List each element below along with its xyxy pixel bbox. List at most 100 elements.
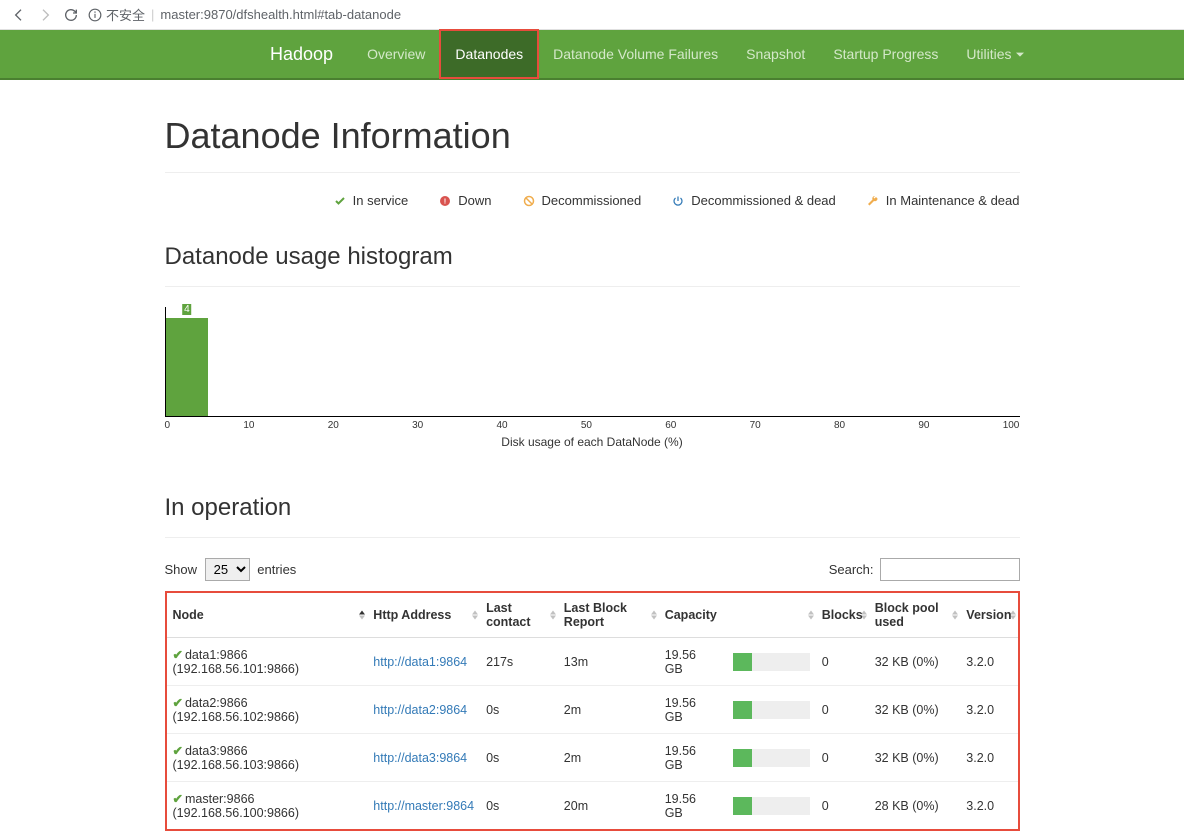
cell-pool: 32 KB (0%) (869, 686, 961, 734)
page-title: Datanode Information (165, 115, 1020, 157)
tick-label: 50 (581, 420, 592, 431)
http-link[interactable]: http://master:9864 (373, 799, 474, 813)
cell-version: 3.2.0 (960, 782, 1017, 830)
cell-node: ✔data1:9866 (192.168.56.101:9866) (167, 638, 368, 686)
cell-node: ✔master:9866 (192.168.56.100:9866) (167, 782, 368, 830)
tick-label: 30 (412, 420, 423, 431)
legend-item-in-service: In service (333, 193, 409, 208)
cell-last-block: 2m (558, 734, 659, 782)
back-button[interactable] (10, 6, 28, 24)
sort-icon (550, 611, 556, 620)
node-name: master:9866 (192.168.56.100:9866) (173, 792, 300, 820)
sort-icon (472, 611, 478, 620)
col-blocks[interactable]: Blocks (816, 593, 869, 638)
power-icon (671, 194, 685, 208)
divider (165, 537, 1020, 538)
cell-last-contact: 0s (480, 686, 558, 734)
url-divider: | (151, 7, 154, 22)
cell-pool: 28 KB (0%) (869, 782, 961, 830)
http-link[interactable]: http://data1:9864 (373, 655, 467, 669)
forward-button[interactable] (36, 6, 54, 24)
divider (165, 286, 1020, 287)
nav-item-datanodes[interactable]: Datanodes (439, 29, 539, 79)
http-link[interactable]: http://data3:9864 (373, 751, 467, 765)
brand[interactable]: Hadoop (270, 44, 333, 65)
nav-item-utilities[interactable]: Utilities (952, 29, 1037, 79)
cell-pool: 32 KB (0%) (869, 638, 961, 686)
cell-capacity: 19.56 GB (659, 686, 816, 734)
col-last-contact[interactable]: Last contact (480, 593, 558, 638)
show-entries: Show 25 entries (165, 558, 297, 581)
cell-last-contact: 217s (480, 638, 558, 686)
cell-capacity: 19.56 GB (659, 734, 816, 782)
node-name: data3:9866 (192.168.56.103:9866) (173, 744, 300, 772)
exclaim-icon: ! (438, 194, 452, 208)
nav-item-snapshot[interactable]: Snapshot (732, 29, 819, 79)
datanode-table: NodeHttp AddressLast contactLast Block R… (167, 593, 1018, 829)
nav-item-overview[interactable]: Overview (353, 29, 439, 79)
legend-label: Down (458, 193, 491, 208)
cell-http: http://data3:9864 (367, 734, 480, 782)
table-row: ✔data2:9866 (192.168.56.102:9866) http://… (167, 686, 1018, 734)
col-http-address[interactable]: Http Address (367, 593, 480, 638)
capacity-bar (733, 749, 809, 767)
legend-label: In Maintenance & dead (886, 193, 1020, 208)
nav-item-startup-progress[interactable]: Startup Progress (819, 29, 952, 79)
nav-item-datanode-volume-failures[interactable]: Datanode Volume Failures (539, 29, 732, 79)
col-block-pool-used[interactable]: Block pool used (869, 593, 961, 638)
tick-label: 40 (496, 420, 507, 431)
tick-label: 10 (243, 420, 254, 431)
table-row: ✔data1:9866 (192.168.56.101:9866) http://… (167, 638, 1018, 686)
tick-label: 20 (328, 420, 339, 431)
sort-icon (861, 611, 867, 620)
capacity-text: 19.56 GB (665, 696, 716, 724)
info-icon (88, 8, 102, 22)
cell-last-block: 13m (558, 638, 659, 686)
histogram: 4 0102030405060708090100 Disk usage of e… (165, 307, 1020, 449)
legend-label: Decommissioned (542, 193, 642, 208)
tick-label: 90 (918, 420, 929, 431)
cell-capacity: 19.56 GB (659, 782, 816, 830)
cell-http: http://data2:9864 (367, 686, 480, 734)
show-label: Show (165, 562, 198, 577)
col-version[interactable]: Version (960, 593, 1017, 638)
check-icon: ✔ (173, 696, 183, 710)
wrench-icon (866, 194, 880, 208)
arrow-left-icon (11, 7, 27, 23)
sort-icon (952, 611, 958, 620)
capacity-bar (733, 653, 809, 671)
url-text: master:9870/dfshealth.html#tab-datanode (160, 7, 401, 22)
chevron-down-icon (1016, 46, 1024, 62)
http-link[interactable]: http://data2:9864 (373, 703, 467, 717)
col-capacity[interactable]: Capacity (659, 593, 816, 638)
cell-node: ✔data2:9866 (192.168.56.102:9866) (167, 686, 368, 734)
cell-version: 3.2.0 (960, 638, 1017, 686)
capacity-fill (733, 749, 752, 767)
insecure-text: 不安全 (106, 5, 145, 24)
address-bar[interactable]: 不安全 | master:9870/dfshealth.html#tab-dat… (88, 5, 1174, 24)
check-icon: ✔ (173, 792, 183, 806)
col-node[interactable]: Node (167, 593, 368, 638)
cell-http: http://data1:9864 (367, 638, 480, 686)
tick-label: 70 (750, 420, 761, 431)
page-size-select[interactable]: 25 (205, 558, 250, 581)
legend-item-in-maintenance-dead: In Maintenance & dead (866, 193, 1020, 208)
sort-icon (651, 611, 657, 620)
tick-label: 100 (1003, 420, 1020, 431)
table-controls: Show 25 entries Search: (165, 558, 1020, 581)
legend-item-decommissioned-dead: Decommissioned & dead (671, 193, 836, 208)
cell-blocks: 0 (816, 734, 869, 782)
col-last-block-report[interactable]: Last Block Report (558, 593, 659, 638)
in-operation-title: In operation (165, 494, 1020, 522)
capacity-text: 19.56 GB (665, 792, 716, 820)
cell-blocks: 0 (816, 782, 869, 830)
reload-button[interactable] (62, 6, 80, 24)
histogram-title: Datanode usage histogram (165, 243, 1020, 271)
capacity-text: 19.56 GB (665, 648, 716, 676)
capacity-text: 19.56 GB (665, 744, 716, 772)
svg-text:!: ! (444, 196, 447, 205)
table-row: ✔master:9866 (192.168.56.100:9866) http:/… (167, 782, 1018, 830)
node-name: data2:9866 (192.168.56.102:9866) (173, 696, 300, 724)
legend-item-down: ! Down (438, 193, 491, 208)
search-input[interactable] (880, 558, 1020, 581)
